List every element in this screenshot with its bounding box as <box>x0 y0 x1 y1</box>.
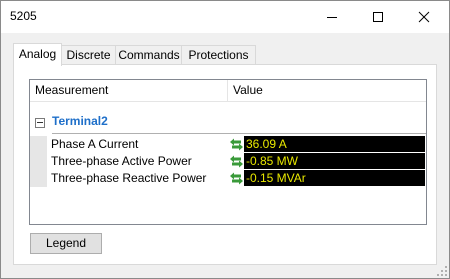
app-window: 5205 Analog Discrete Commands Protection… <box>0 0 450 279</box>
measurement-name: Three-phase Reactive Power <box>51 171 207 185</box>
tab-discrete[interactable]: Discrete <box>60 45 117 65</box>
close-icon <box>418 11 430 23</box>
analog-panel: Measurement Value Terminal2 Phase A Curr… <box>13 64 437 265</box>
column-header-measurement[interactable]: Measurement <box>30 80 228 101</box>
row-indent <box>30 136 47 153</box>
tab-analog[interactable]: Analog <box>13 43 62 66</box>
maximize-icon <box>373 12 383 22</box>
measurement-name: Three-phase Active Power <box>51 154 192 168</box>
window-title: 5205 <box>10 9 37 23</box>
group-row-terminal[interactable]: Terminal2 <box>30 112 426 134</box>
table-row[interactable]: Three-phase Reactive Power -0.15 MVAr <box>30 170 426 187</box>
measurement-value: -0.85 MW <box>244 153 425 169</box>
title-bar[interactable]: 5205 <box>1 1 449 33</box>
tab-protections[interactable]: Protections <box>181 45 256 65</box>
group-divider <box>52 133 426 134</box>
measurement-value: 36.09 A <box>244 136 425 152</box>
resize-grip-icon[interactable] <box>437 266 447 276</box>
tab-commands[interactable]: Commands <box>115 45 183 65</box>
sync-arrows-icon <box>230 172 243 185</box>
maximize-button[interactable] <box>355 1 401 33</box>
sync-arrows-icon <box>230 138 243 151</box>
row-indent <box>30 170 47 187</box>
sync-arrows-icon <box>230 155 243 168</box>
collapse-icon[interactable] <box>35 118 45 128</box>
column-header-value[interactable]: Value <box>228 80 426 101</box>
measurement-grid: Measurement Value Terminal2 Phase A Curr… <box>29 79 427 225</box>
minimize-button[interactable] <box>309 1 355 33</box>
group-label: Terminal2 <box>52 114 108 128</box>
measurement-name: Phase A Current <box>51 137 139 151</box>
grid-header: Measurement Value <box>30 80 426 102</box>
table-row[interactable]: Three-phase Active Power -0.85 MW <box>30 153 426 170</box>
measurement-value: -0.15 MVAr <box>244 170 425 186</box>
close-button[interactable] <box>401 1 447 33</box>
minimize-icon <box>327 17 337 18</box>
row-indent <box>30 153 47 170</box>
table-row[interactable]: Phase A Current 36.09 A <box>30 136 426 153</box>
legend-button[interactable]: Legend <box>30 233 102 254</box>
